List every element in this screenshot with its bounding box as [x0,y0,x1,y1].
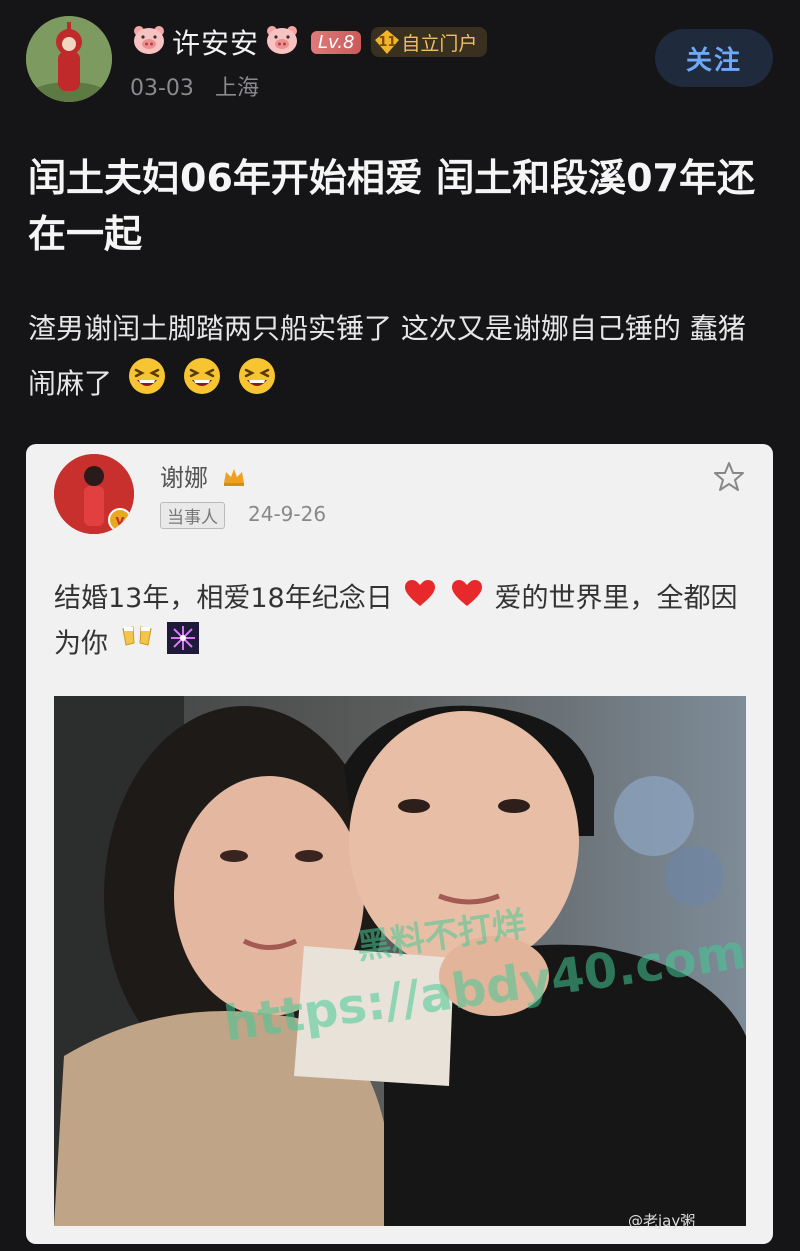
quoted-text-part1: 结婚13年，相爱18年纪念日 [54,583,393,614]
quoted-post-text: 结婚13年，相爱18年纪念日 爱的世界里，全都因为你 [54,577,744,668]
quoted-post-image[interactable]: v 谢娜 当事人 24-9-26 结婚13年，相爱18年纪念日 爱的世界里，全都… [26,444,773,1244]
author-avatar[interactable] [26,16,112,102]
crown-icon [222,465,246,493]
fan-badge-diamond-icon: 11 [373,28,401,56]
red-heart-icon [450,578,484,622]
fan-badge[interactable]: 11 自立门户 [371,27,488,57]
post-meta: 03-03 上海 [130,70,273,102]
fan-badge-level: 11 [378,34,397,50]
follow-button[interactable]: 关注 [655,29,773,87]
svg-text:v: v [115,513,124,529]
fan-badge-label: 自立门户 [401,32,478,55]
fireworks-icon [167,621,200,668]
grinning-squint-emoji-icon [182,356,222,414]
quoted-author-name-row: 谢娜 [160,458,246,493]
level-badge: Lv.8 [311,30,362,54]
red-heart-icon [403,578,437,622]
quoted-author-avatar: v [54,454,134,534]
post-date: 03-03 [130,76,194,101]
pig-face-icon [265,25,299,59]
quoted-post-date: 24-9-26 [248,502,327,526]
corner-mark: @老jay粥 [628,1212,696,1230]
post-title: 闰土夫妇06年开始相爱 闰土和段溪07年还在一起 [28,156,755,256]
clinking-glasses-icon [119,623,155,667]
favorite-star-icon[interactable] [712,460,746,498]
grinning-squint-emoji-icon [237,356,277,414]
quoted-author-name: 谢娜 [160,464,208,492]
post-body: 渣男谢闰土脚踏两只船实锤了 这次又是谢娜自己锤的 蠢猪闹麻了 [28,302,768,414]
author-name[interactable]: 许安安 [172,22,259,62]
pig-face-icon [132,25,166,59]
grinning-squint-emoji-icon [127,356,167,414]
post-location: 上海 [214,76,259,101]
quoted-author-tag: 当事人 [160,502,225,529]
